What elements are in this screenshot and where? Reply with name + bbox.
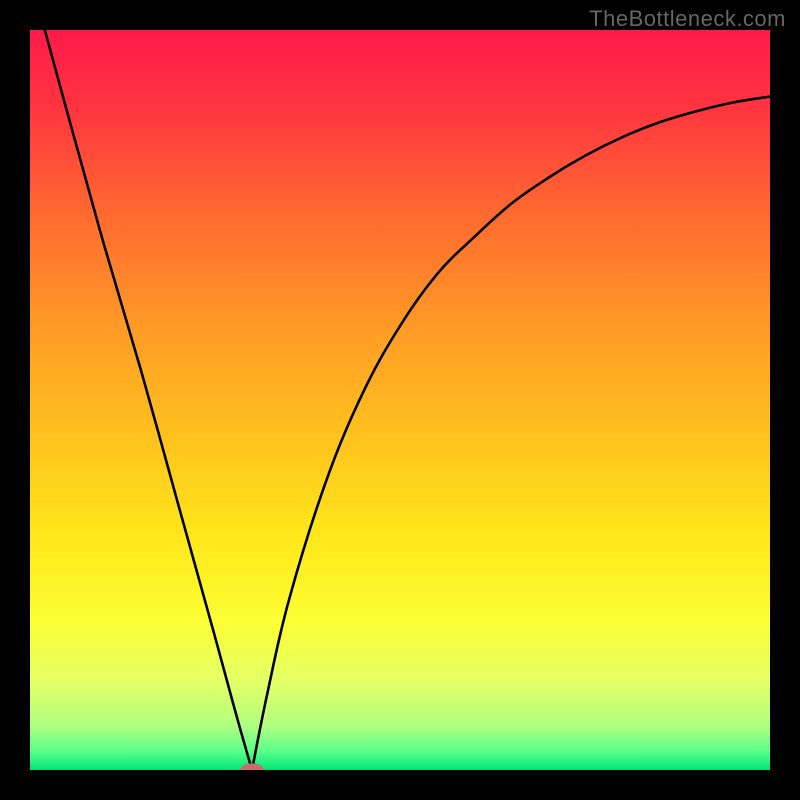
right-branch-line (252, 97, 770, 770)
curve-layer (30, 30, 770, 770)
plot-area (30, 30, 770, 770)
minimum-marker (240, 763, 264, 770)
chart-frame: TheBottleneck.com (0, 0, 800, 800)
left-branch-line (45, 30, 252, 770)
watermark-text: TheBottleneck.com (589, 6, 786, 32)
